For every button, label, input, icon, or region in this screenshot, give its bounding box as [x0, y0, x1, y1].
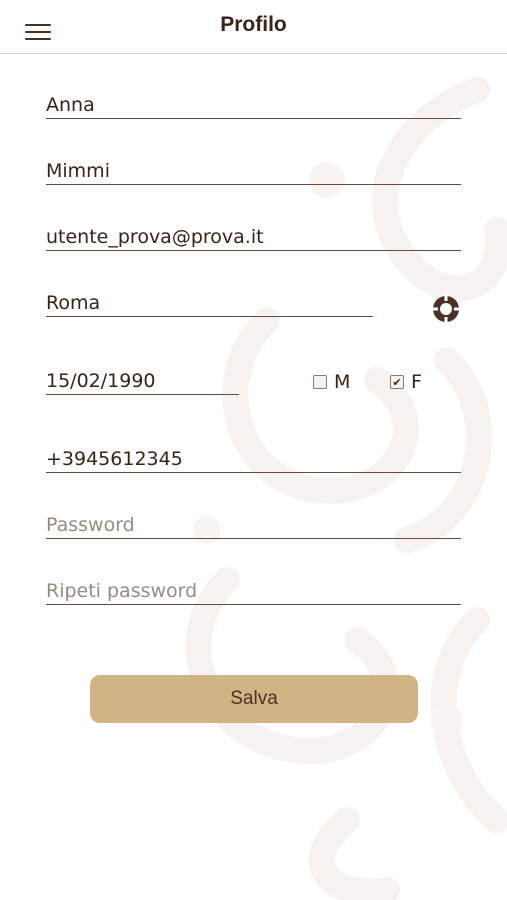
save-button[interactable]: Salva: [90, 675, 418, 723]
birth-date-field[interactable]: [46, 364, 239, 395]
birth-date-input[interactable]: [46, 370, 239, 392]
email-input[interactable]: [46, 226, 461, 248]
gender-female-label: F: [411, 371, 422, 393]
city-field[interactable]: [46, 286, 373, 317]
phone-input[interactable]: [46, 448, 461, 470]
password-field[interactable]: [46, 508, 461, 539]
gender-female-checkbox[interactable]: ✔: [390, 375, 404, 389]
gender-male-label: M: [334, 371, 351, 393]
email-field[interactable]: [46, 220, 461, 251]
first-name-field[interactable]: [46, 88, 461, 119]
phone-field[interactable]: [46, 442, 461, 473]
gender-male-checkbox[interactable]: [313, 375, 327, 389]
crosshair-locate-icon[interactable]: [430, 293, 462, 325]
repeat-password-input[interactable]: [46, 580, 461, 602]
city-input[interactable]: [46, 292, 373, 314]
repeat-password-field[interactable]: [46, 574, 461, 605]
page-title: Profilo: [220, 13, 287, 36]
gender-female-option[interactable]: ✔ F: [390, 371, 422, 393]
last-name-input[interactable]: [46, 160, 461, 182]
password-input[interactable]: [46, 514, 461, 536]
top-bar: Profilo: [0, 0, 507, 54]
background-ornament: [185, 77, 507, 900]
last-name-field[interactable]: [46, 154, 461, 185]
first-name-input[interactable]: [46, 94, 461, 116]
gender-male-option[interactable]: M: [313, 371, 350, 393]
